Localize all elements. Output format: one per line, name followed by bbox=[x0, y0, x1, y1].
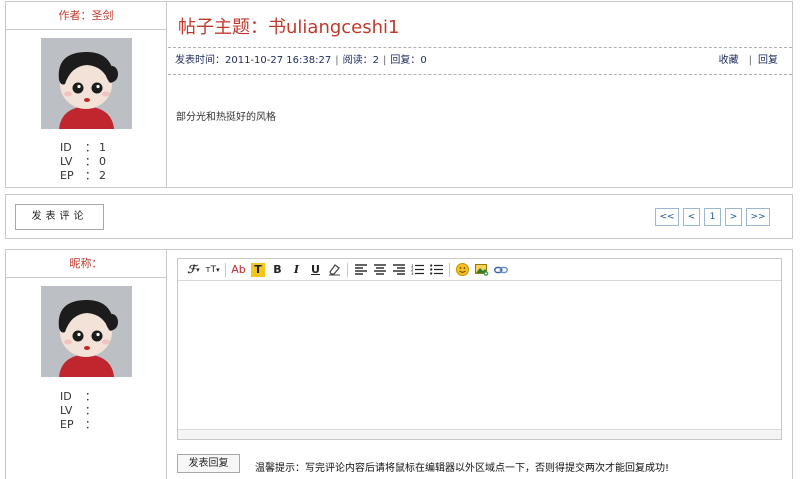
favorite-link[interactable]: 收藏 bbox=[719, 55, 739, 66]
current-page-button[interactable]: 1 bbox=[704, 208, 721, 226]
post-body: 部分光和热挺好的风格 bbox=[176, 112, 276, 123]
reply-hint: 温馨提示：写完评论内容后请将鼠标在编辑器以外区域点一下，否则得提交两次才能回复成… bbox=[255, 463, 670, 474]
meta-divider: | bbox=[748, 55, 752, 66]
reply-count: 回复：0 bbox=[390, 55, 427, 66]
font-family-button[interactable]: ℱ ▾ bbox=[184, 261, 203, 279]
dropdown-arrow-icon: ▾ bbox=[216, 265, 220, 274]
insert-image-button[interactable] bbox=[472, 261, 491, 279]
emoticon-button[interactable] bbox=[453, 261, 472, 279]
post-comment-button[interactable]: 发表评论 bbox=[15, 204, 104, 230]
stat-label: ID bbox=[60, 390, 72, 403]
ordered-list-button[interactable]: 123 bbox=[408, 261, 427, 279]
reply-content-area[interactable] bbox=[178, 281, 781, 429]
align-left-icon bbox=[354, 264, 367, 275]
avatar-icon bbox=[41, 38, 132, 129]
stat-separator: ： bbox=[85, 390, 96, 403]
italic-button[interactable]: I bbox=[287, 261, 306, 279]
stat-id: ID ： bbox=[60, 390, 99, 404]
align-right-icon bbox=[392, 264, 405, 275]
post-actions: 收藏 | 回复 bbox=[719, 48, 778, 74]
replier-column: 昵称： ID ： LV ： EP ： bbox=[6, 250, 167, 479]
stat-separator: ： bbox=[85, 141, 96, 154]
meta-divider: | bbox=[335, 55, 339, 66]
post-content-column: 帖子主题：书uliangceshi1 发表时间：2011-10-27 16:38… bbox=[168, 2, 792, 187]
font-color-button[interactable]: Ab bbox=[229, 261, 248, 279]
eraser-icon bbox=[329, 264, 340, 276]
underline-button[interactable]: U bbox=[306, 261, 325, 279]
stat-label: ID bbox=[60, 141, 72, 154]
reply-panel: 昵称： ID ： LV ： EP ： ℱ ▾ тT ▾ Ab T B I U 1 2 … bbox=[5, 249, 793, 479]
dropdown-arrow-icon: ▾ bbox=[196, 265, 200, 274]
next-page-button[interactable]: > bbox=[725, 208, 742, 226]
post-meta-bar: 发表时间：2011-10-27 16:38:27 | 阅读：2 | 回复：0 收藏 | 回复 bbox=[168, 47, 792, 75]
prev-page-button[interactable]: < bbox=[683, 208, 700, 226]
stat-ep: EP ： bbox=[60, 418, 99, 432]
stat-separator: ： bbox=[85, 169, 96, 182]
stat-value: 1 bbox=[99, 141, 106, 154]
author-stats: ID： 1 LV： 0 EP： 2 bbox=[60, 141, 106, 183]
stat-value: 2 bbox=[99, 169, 106, 182]
comment-nav-panel: 发表评论 << < 1 > >> bbox=[5, 194, 793, 239]
clear-format-button[interactable] bbox=[325, 261, 344, 279]
smiley-icon bbox=[456, 263, 469, 276]
meta-divider: | bbox=[382, 55, 387, 66]
stat-lv: LV ： 0 bbox=[60, 155, 106, 169]
submit-reply-button[interactable]: 发表回复 bbox=[177, 454, 240, 473]
bold-button[interactable]: B bbox=[268, 261, 287, 279]
post-date: 发表时间：2011-10-27 16:38:27 bbox=[175, 55, 332, 66]
pagination: << < 1 > >> bbox=[655, 208, 770, 226]
align-left-button[interactable] bbox=[351, 261, 370, 279]
stat-label: LV bbox=[60, 404, 73, 417]
stat-label: EP bbox=[60, 418, 74, 431]
rich-text-editor: ℱ ▾ тT ▾ Ab T B I U 1 2 3 bbox=[177, 258, 782, 440]
stat-ep: EP ： 2 bbox=[60, 169, 106, 183]
reply-link[interactable]: 回复 bbox=[758, 55, 778, 66]
editor-resize-bar[interactable] bbox=[178, 429, 781, 439]
post-panel: 作者：圣剑 ID： 1 LV： 0 EP： 2 帖子主题：书uliangcesh… bbox=[5, 1, 793, 188]
post-title: 帖子主题：书uliangceshi1 bbox=[178, 17, 400, 38]
stat-value: 0 bbox=[99, 155, 106, 168]
last-page-button[interactable]: >> bbox=[746, 208, 770, 226]
link-icon bbox=[493, 266, 508, 273]
stat-separator: ： bbox=[85, 155, 96, 168]
font-size-button[interactable]: тT ▾ bbox=[203, 261, 222, 279]
author-name: 作者：圣剑 bbox=[6, 2, 166, 30]
stat-lv: LV ： bbox=[60, 404, 99, 418]
replier-stats: ID ： LV ： EP ： bbox=[60, 390, 99, 432]
editor-toolbar: ℱ ▾ тT ▾ Ab T B I U 1 2 3 bbox=[178, 259, 781, 281]
stat-separator: ： bbox=[85, 418, 96, 431]
stat-label: EP bbox=[60, 169, 74, 182]
image-icon bbox=[474, 264, 488, 276]
avatar-icon bbox=[41, 286, 132, 377]
author-column: 作者：圣剑 ID： 1 LV： 0 EP： 2 bbox=[6, 2, 167, 187]
toolbar-divider bbox=[449, 262, 450, 277]
font-family-icon: ℱ bbox=[187, 263, 197, 276]
replier-avatar bbox=[41, 286, 132, 377]
unordered-list-icon bbox=[430, 264, 443, 275]
nickname-label: 昵称： bbox=[6, 250, 166, 278]
reply-form: ℱ ▾ тT ▾ Ab T B I U 1 2 3 发表回复 温馨提示：写完评论… bbox=[168, 250, 792, 479]
font-size-icon: тT bbox=[205, 264, 217, 275]
svg-text:3: 3 bbox=[411, 271, 414, 275]
highlight-button[interactable]: T bbox=[251, 262, 265, 277]
align-center-button[interactable] bbox=[370, 261, 389, 279]
toolbar-divider bbox=[347, 262, 348, 277]
align-right-button[interactable] bbox=[389, 261, 408, 279]
insert-link-button[interactable] bbox=[491, 261, 510, 279]
stat-separator: ： bbox=[85, 404, 96, 417]
stat-label: LV bbox=[60, 155, 73, 168]
unordered-list-button[interactable] bbox=[427, 261, 446, 279]
stat-id: ID ： 1 bbox=[60, 141, 106, 155]
read-count: 阅读：2 bbox=[342, 55, 379, 66]
first-page-button[interactable]: << bbox=[655, 208, 679, 226]
ordered-list-icon: 123 bbox=[411, 264, 424, 275]
author-avatar bbox=[41, 38, 132, 129]
align-center-icon bbox=[373, 264, 386, 275]
toolbar-divider bbox=[225, 262, 226, 277]
